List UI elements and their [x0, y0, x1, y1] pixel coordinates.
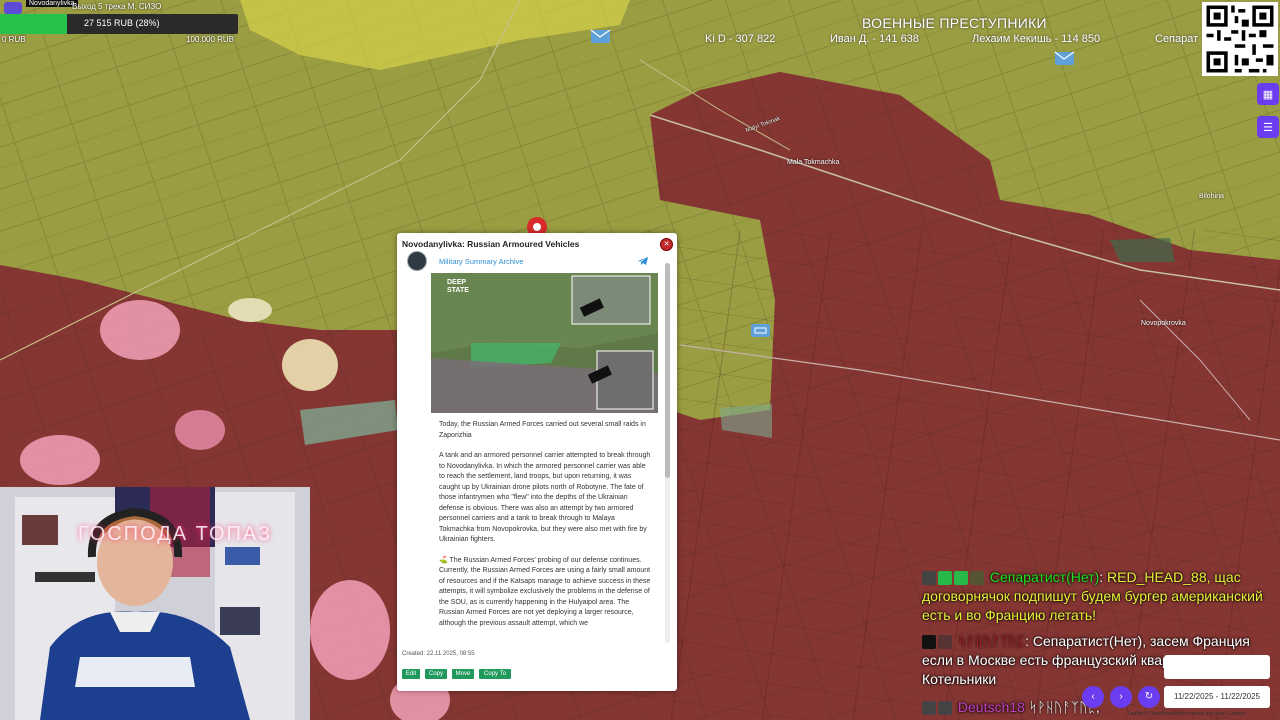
channel-avatar	[407, 251, 427, 271]
popup-body: Today, the Russian Armed Forces carried …	[439, 420, 651, 642]
refresh-icon: ↻	[1144, 691, 1154, 702]
ticker-item: Лехаим Кекишь - 114 850	[972, 33, 1101, 45]
badge-icon	[970, 571, 984, 586]
qr-code	[1202, 2, 1278, 76]
donation-min: 0 RUB	[2, 35, 26, 44]
badge-icon	[922, 635, 936, 650]
badge-icon	[922, 571, 936, 586]
donation-title: Выход 5 трека М. СИЗО	[72, 2, 162, 11]
next-button[interactable]: ›	[1110, 686, 1132, 708]
neon-sign: ГОСПОДА ТОПАЗ	[78, 523, 273, 545]
move-button[interactable]: Move	[452, 669, 474, 679]
map-layers-button[interactable]: ▦	[1257, 83, 1279, 105]
chat-username[interactable]: ᛋᚹᚺᚢᚨᛉᚢᛈ	[958, 633, 1025, 649]
event-popup: Novodanylivka: Russian Armoured Vehicles…	[397, 233, 677, 691]
badge-icon	[938, 701, 952, 716]
badge-icon	[954, 571, 968, 586]
donation-progress-track: 27 515 RUB (28%)	[0, 14, 238, 34]
chat-message: Сепаратист(Нет): RED_HEAD_88, щас догово…	[922, 568, 1278, 625]
chat-username[interactable]: Сепаратист(Нет)	[990, 569, 1099, 585]
popup-paragraph: A tank and an armored personnel carrier …	[439, 452, 651, 543]
map-label-mala-tokmachka: Mala Tokmachka	[787, 159, 840, 166]
deepstate-logo: DEEP STATE	[447, 279, 469, 294]
chat-username[interactable]: Deutsch18	[958, 699, 1025, 715]
popup-paragraph: ⛳ The Russian Armed Forces' probing of o…	[439, 556, 651, 627]
edit-button[interactable]: Edit	[402, 669, 420, 679]
prev-button[interactable]: ‹	[1082, 686, 1104, 708]
donation-amount: 27 515 RUB (28%)	[84, 18, 160, 28]
chevron-right-icon: ›	[1119, 691, 1123, 702]
donation-goal-widget: Novodanylivka 27 515 RUB (28%) Выход 5 т…	[0, 0, 240, 46]
ticker-title: ВОЕННЫЕ ПРЕСТУПНИКИ	[862, 15, 1047, 31]
map-icon: ▦	[1262, 88, 1274, 101]
scrollbar-thumb[interactable]	[665, 263, 670, 478]
ticker-item: Ki D - 307 822	[705, 33, 776, 45]
donation-icon	[4, 2, 22, 14]
chat-colon: :	[1099, 569, 1108, 585]
ticker-item: Сепарат	[1155, 33, 1199, 45]
channel-name[interactable]: Military Summary Archive	[439, 257, 524, 266]
telegram-icon[interactable]	[637, 255, 649, 267]
streamer-webcam-image	[0, 487, 310, 720]
ticker-item: Иван Д. - 141 638	[830, 33, 919, 45]
close-button[interactable]: ✕	[660, 238, 673, 251]
webcam-overlay: ГОСПОДА ТОПАЗ	[0, 487, 310, 720]
donation-tag: Novodanylivka	[26, 0, 78, 7]
date-range-picker[interactable]: 11/22/2025 - 11/22/2025	[1164, 686, 1270, 708]
donation-max: 100.000 RUB	[186, 35, 235, 44]
popup-title: Novodanylivka: Russian Armoured Vehicles	[402, 239, 580, 249]
popup-paragraph: Today, the Russian Armed Forces carried …	[439, 421, 646, 439]
badge-icon	[938, 635, 952, 650]
created-timestamp: Created: 22.11.2025, 08:55	[402, 651, 475, 657]
map-attribution[interactable]: Leaflet © OpenStreetMap Improve this map…	[1128, 711, 1245, 717]
list-icon: ☰	[1263, 121, 1273, 134]
badge-icon	[938, 571, 952, 586]
copy-to-button[interactable]: Copy To	[479, 669, 511, 679]
deepstate-map-image[interactable]: DEEP STATE	[431, 273, 658, 413]
refresh-button[interactable]: ↻	[1138, 686, 1160, 708]
copy-button[interactable]: Copy	[425, 669, 447, 679]
map-label-bilohiria: Bilohiria	[1199, 193, 1224, 200]
donation-progress-fill	[0, 14, 67, 34]
chat-colon: :	[1025, 633, 1033, 649]
date-range-input-bg[interactable]	[1164, 655, 1270, 679]
map-label-novopokrovka: Novopokrovka	[1141, 320, 1186, 327]
chevron-left-icon: ‹	[1091, 691, 1095, 702]
close-icon: ✕	[663, 241, 670, 248]
qr-code-icon	[1203, 2, 1277, 76]
list-button[interactable]: ☰	[1257, 116, 1279, 138]
badge-icon	[922, 701, 936, 716]
popup-scrollbar[interactable]	[665, 263, 670, 643]
